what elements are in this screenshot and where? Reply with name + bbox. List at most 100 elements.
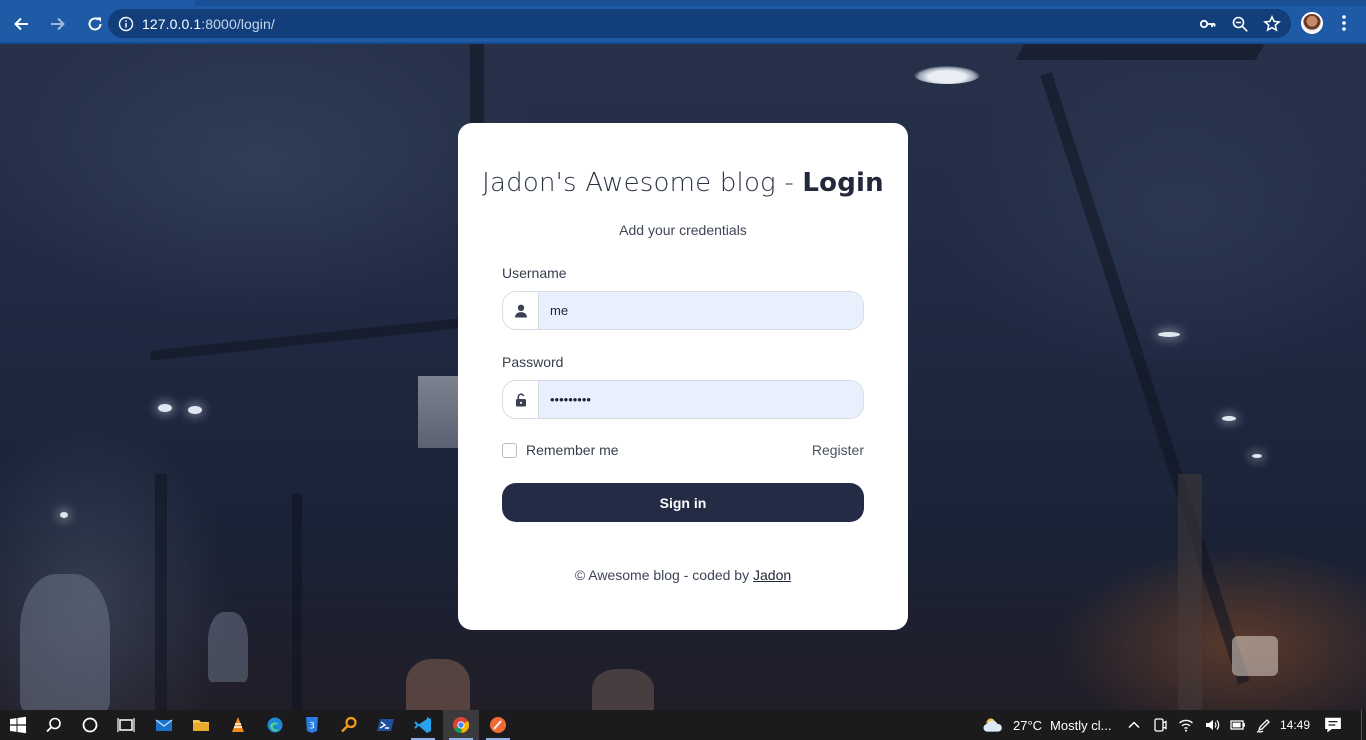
zoom-icon[interactable]: [1231, 15, 1249, 33]
taskbar-key-app[interactable]: [331, 710, 367, 740]
reload-icon: [88, 17, 102, 31]
vlc-icon: [232, 717, 244, 732]
person-silhouette: [20, 574, 110, 710]
url-text[interactable]: 127.0.0.1:8000/login/: [142, 16, 275, 32]
username-input[interactable]: me: [539, 292, 863, 329]
remember-me[interactable]: Remember me: [502, 442, 619, 458]
action-center-button[interactable]: [1324, 710, 1342, 740]
app-3-icon: 3: [306, 717, 318, 733]
task-view-button[interactable]: [108, 710, 144, 740]
taskbar-edge[interactable]: [257, 710, 293, 740]
ceiling-beam: [1040, 72, 1250, 685]
file-explorer-icon: [193, 720, 209, 731]
clock-time: 14:49: [1280, 718, 1311, 732]
cortana-icon: [82, 717, 98, 733]
show-desktop-button[interactable]: [1361, 710, 1366, 740]
ceiling-lamp: [914, 66, 980, 84]
ceiling-light: [158, 404, 172, 412]
taskbar-file-explorer[interactable]: [183, 710, 219, 740]
card-footer: © Awesome blog - coded by Jadon: [458, 567, 908, 583]
taskbar-app-3[interactable]: 3: [294, 710, 330, 740]
wifi-icon[interactable]: [1178, 717, 1194, 733]
pen-icon[interactable]: [1256, 717, 1272, 733]
pillar: [1178, 474, 1202, 710]
sign-in-button[interactable]: Sign in: [502, 483, 864, 522]
weather-widget[interactable]: 27°C Mostly cl...: [982, 710, 1111, 740]
taskbar-postman[interactable]: [480, 710, 516, 740]
task-view-icon: [117, 718, 135, 732]
profile-avatar[interactable]: [1301, 12, 1323, 34]
cortana-button[interactable]: [72, 710, 108, 740]
meet-now-icon[interactable]: [1152, 717, 1168, 733]
pillar: [292, 494, 302, 710]
start-button[interactable]: [0, 710, 36, 740]
ceiling-light: [60, 512, 68, 518]
url-path: :8000/login/: [201, 15, 275, 32]
site-info-icon[interactable]: [118, 16, 134, 32]
search-icon: [46, 717, 61, 733]
system-tray: [1126, 710, 1272, 740]
taskbar: 3 27°C Mostly cl... 14:49: [0, 710, 1366, 740]
vscode-icon: [414, 717, 431, 733]
taskbar-search[interactable]: [36, 710, 72, 740]
taskbar-powershell[interactable]: [368, 710, 404, 740]
back-button[interactable]: [5, 8, 37, 40]
start-icon: [10, 716, 26, 734]
ceiling-light: [188, 406, 202, 414]
page-background: Jadon's Awesome blog - Login Add your cr…: [0, 44, 1366, 710]
remember-label[interactable]: Remember me: [526, 442, 619, 458]
password-input[interactable]: •••••••••: [539, 381, 863, 418]
footer-text: © Awesome blog - coded by: [574, 567, 753, 583]
clock[interactable]: 14:49: [1280, 710, 1310, 740]
browser-menu-button[interactable]: [1334, 13, 1354, 33]
subtitle: Add your credentials: [619, 222, 747, 238]
ceiling-light: [1222, 416, 1236, 421]
browser-toolbar: 127.0.0.1:8000/login/: [0, 6, 1366, 42]
person-silhouette: [208, 612, 248, 682]
author-link[interactable]: Jadon: [753, 567, 791, 583]
weather-desc: Mostly cl...: [1050, 717, 1112, 733]
username-label: Username: [502, 265, 567, 281]
key-icon[interactable]: [1199, 15, 1217, 33]
user-icon: [514, 304, 527, 317]
remember-checkbox[interactable]: [502, 442, 517, 458]
menu-dots-icon: [1342, 15, 1346, 31]
register-link[interactable]: Register: [812, 442, 864, 458]
chair: [1232, 636, 1278, 676]
ceiling-beam: [150, 317, 470, 361]
taskbar-vscode[interactable]: [405, 710, 441, 740]
forward-icon: [51, 17, 65, 31]
address-bar-actions: [1199, 9, 1281, 38]
chrome-icon: [453, 717, 470, 734]
forward-button[interactable]: [42, 8, 74, 40]
password-label: Password: [502, 354, 564, 370]
person-silhouette: [406, 659, 470, 710]
person-silhouette: [592, 669, 654, 710]
pillar: [155, 474, 167, 710]
password-addon: [503, 381, 539, 418]
weather-cloud-icon: [983, 718, 1002, 732]
reload-button[interactable]: [79, 8, 111, 40]
address-bar[interactable]: 127.0.0.1:8000/login/: [108, 9, 1291, 38]
notification-icon: [1325, 717, 1341, 733]
battery-icon[interactable]: [1230, 717, 1246, 733]
ceiling-light: [1252, 454, 1262, 458]
powershell-icon: [377, 719, 394, 731]
login-card: Jadon's Awesome blog - Login Add your cr…: [458, 123, 908, 630]
bookmark-star-icon[interactable]: [1263, 14, 1281, 33]
svg-text:3: 3: [309, 722, 315, 732]
username-addon: [503, 292, 539, 329]
volume-icon[interactable]: [1204, 717, 1220, 733]
username-field[interactable]: me: [502, 291, 864, 330]
taskbar-vlc[interactable]: [220, 710, 256, 740]
password-field[interactable]: •••••••••: [502, 380, 864, 419]
taskbar-mail[interactable]: [146, 710, 182, 740]
chevron-up-icon[interactable]: [1126, 717, 1142, 733]
taskbar-chrome[interactable]: [443, 710, 479, 740]
weather-temp: 27°C: [1013, 717, 1043, 733]
url-host: 127.0.0.1: [142, 15, 202, 32]
ceiling-beam: [1015, 44, 1265, 60]
key-app-icon: [341, 716, 357, 733]
mail-icon: [155, 719, 173, 731]
ceiling-light: [1158, 332, 1180, 337]
